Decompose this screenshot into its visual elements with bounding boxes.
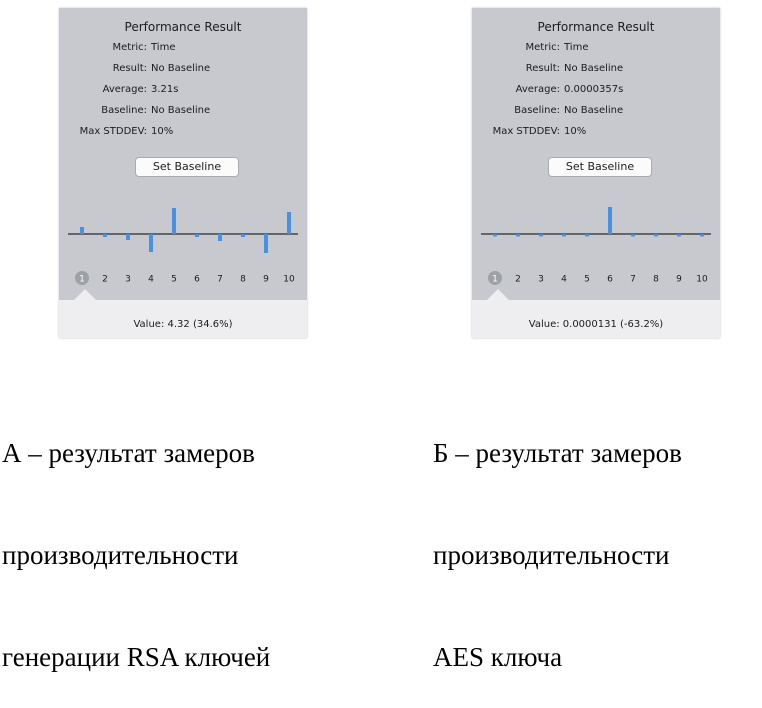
caption-line: Б – результат замеров — [433, 438, 682, 468]
run-bar-4[interactable] — [562, 234, 566, 237]
average-row: Average: 0.0000357s — [472, 84, 720, 100]
average-label: Average: — [515, 84, 560, 95]
metric-row: Metric: Time — [59, 42, 307, 58]
run-index-label[interactable]: 8 — [653, 275, 659, 285]
max-stddev-label: Max STDDEV: — [492, 126, 560, 137]
baseline-row: Baseline: No Baseline — [59, 105, 307, 121]
run-bar-7[interactable] — [218, 234, 222, 241]
run-index-label[interactable]: 1 — [79, 275, 85, 285]
result-label: Result: — [112, 63, 147, 74]
run-bar-8[interactable] — [654, 234, 658, 237]
metric-value: Time — [151, 42, 176, 53]
run-index-label[interactable]: 10 — [283, 275, 295, 285]
value-footer: Value: 0.0000131 (-63.2%) — [472, 289, 720, 338]
caption-line: производительности — [433, 540, 670, 570]
run-index-label[interactable]: 2 — [102, 275, 108, 285]
run-bar-5[interactable] — [585, 234, 589, 237]
run-bar-5[interactable] — [172, 208, 176, 234]
max-stddev-label: Max STDDEV: — [79, 126, 147, 137]
baseline-row: Baseline: No Baseline — [472, 105, 720, 121]
performance-result-panel-a: Performance Result Metric: Time Result: … — [59, 8, 307, 338]
average-label: Average: — [102, 84, 147, 95]
run-index-label[interactable]: 7 — [217, 275, 223, 285]
selected-value-text: Value: 4.32 (34.6%) — [133, 319, 233, 330]
run-index-label[interactable]: 3 — [125, 275, 131, 285]
panel-title: Performance Result — [537, 20, 655, 34]
run-index-label[interactable]: 1 — [492, 275, 498, 285]
performance-result-panel-b: Performance Result Metric: Time Result: … — [472, 8, 720, 338]
run-bar-1[interactable] — [80, 227, 84, 234]
metric-row: Metric: Time — [472, 42, 720, 58]
metric-label: Metric: — [525, 42, 560, 53]
caption-b: Б – результат замеров производительности… — [433, 368, 682, 708]
result-row: Result: No Baseline — [59, 63, 307, 79]
average-value: 0.0000357s — [564, 84, 624, 95]
run-bar-8[interactable] — [241, 234, 245, 237]
max-stddev-row: Max STDDEV: 10% — [59, 126, 307, 142]
run-index-label[interactable]: 4 — [148, 275, 154, 285]
result-row: Result: No Baseline — [472, 63, 720, 79]
panel-title: Performance Result — [124, 20, 242, 34]
set-baseline-button[interactable]: Set Baseline — [135, 157, 239, 177]
run-bar-10[interactable] — [287, 212, 291, 234]
run-index-label[interactable]: 10 — [696, 275, 708, 285]
run-bar-6[interactable] — [608, 207, 612, 234]
caption-line: AES ключа — [433, 642, 563, 672]
result-label: Result: — [525, 63, 560, 74]
set-baseline-button[interactable]: Set Baseline — [548, 157, 652, 177]
baseline-value: No Baseline — [151, 105, 211, 116]
selected-value-text: Value: 0.0000131 (-63.2%) — [528, 319, 664, 330]
run-bar-1[interactable] — [493, 234, 497, 237]
run-bar-3[interactable] — [126, 234, 130, 240]
run-index-label[interactable]: 4 — [561, 275, 567, 285]
run-bar-6[interactable] — [195, 234, 199, 237]
run-index-label[interactable]: 7 — [630, 275, 636, 285]
caption-a: А – результат замеров производительности… — [2, 368, 270, 708]
run-index-label[interactable]: 2 — [515, 275, 521, 285]
run-bar-9[interactable] — [264, 234, 268, 253]
metric-label: Metric: — [112, 42, 147, 53]
run-bar-4[interactable] — [149, 234, 153, 252]
baseline-value: No Baseline — [564, 105, 624, 116]
average-row: Average: 3.21s — [59, 84, 307, 100]
run-bar-3[interactable] — [539, 234, 543, 237]
max-stddev-row: Max STDDEV: 10% — [472, 126, 720, 142]
run-index-label[interactable]: 5 — [171, 275, 177, 285]
run-index-label[interactable]: 8 — [240, 275, 246, 285]
result-value: No Baseline — [564, 63, 624, 74]
run-bar-9[interactable] — [677, 234, 681, 237]
metric-value: Time — [564, 42, 589, 53]
caption-line: производительности — [2, 540, 239, 570]
max-stddev-value: 10% — [151, 126, 174, 137]
run-index-label[interactable]: 9 — [263, 275, 269, 285]
run-index-label[interactable]: 6 — [607, 275, 613, 285]
runs-bar-chart: 1 2 3 4 5 6 7 8 9 10 — [481, 207, 711, 285]
run-bar-7[interactable] — [631, 234, 635, 237]
run-bar-2[interactable] — [516, 234, 520, 237]
max-stddev-value: 10% — [564, 126, 587, 137]
caption-line: генерации RSA ключей — [2, 642, 271, 672]
result-value: No Baseline — [151, 63, 211, 74]
selection-pointer — [487, 289, 509, 300]
caption-line: А – результат замеров — [2, 438, 255, 468]
baseline-label: Baseline: — [514, 105, 560, 116]
run-index-label[interactable]: 6 — [194, 275, 200, 285]
run-index-label[interactable]: 3 — [538, 275, 544, 285]
run-bar-2[interactable] — [103, 234, 107, 237]
run-bar-10[interactable] — [700, 234, 704, 237]
run-index-label[interactable]: 9 — [676, 275, 682, 285]
run-index-label[interactable]: 5 — [584, 275, 590, 285]
value-footer: Value: 4.32 (34.6%) — [59, 289, 307, 338]
runs-bar-chart: 1 2 3 4 5 6 7 8 9 10 — [68, 208, 298, 285]
average-value: 3.21s — [151, 84, 179, 95]
baseline-label: Baseline: — [101, 105, 147, 116]
selection-pointer — [74, 289, 96, 300]
